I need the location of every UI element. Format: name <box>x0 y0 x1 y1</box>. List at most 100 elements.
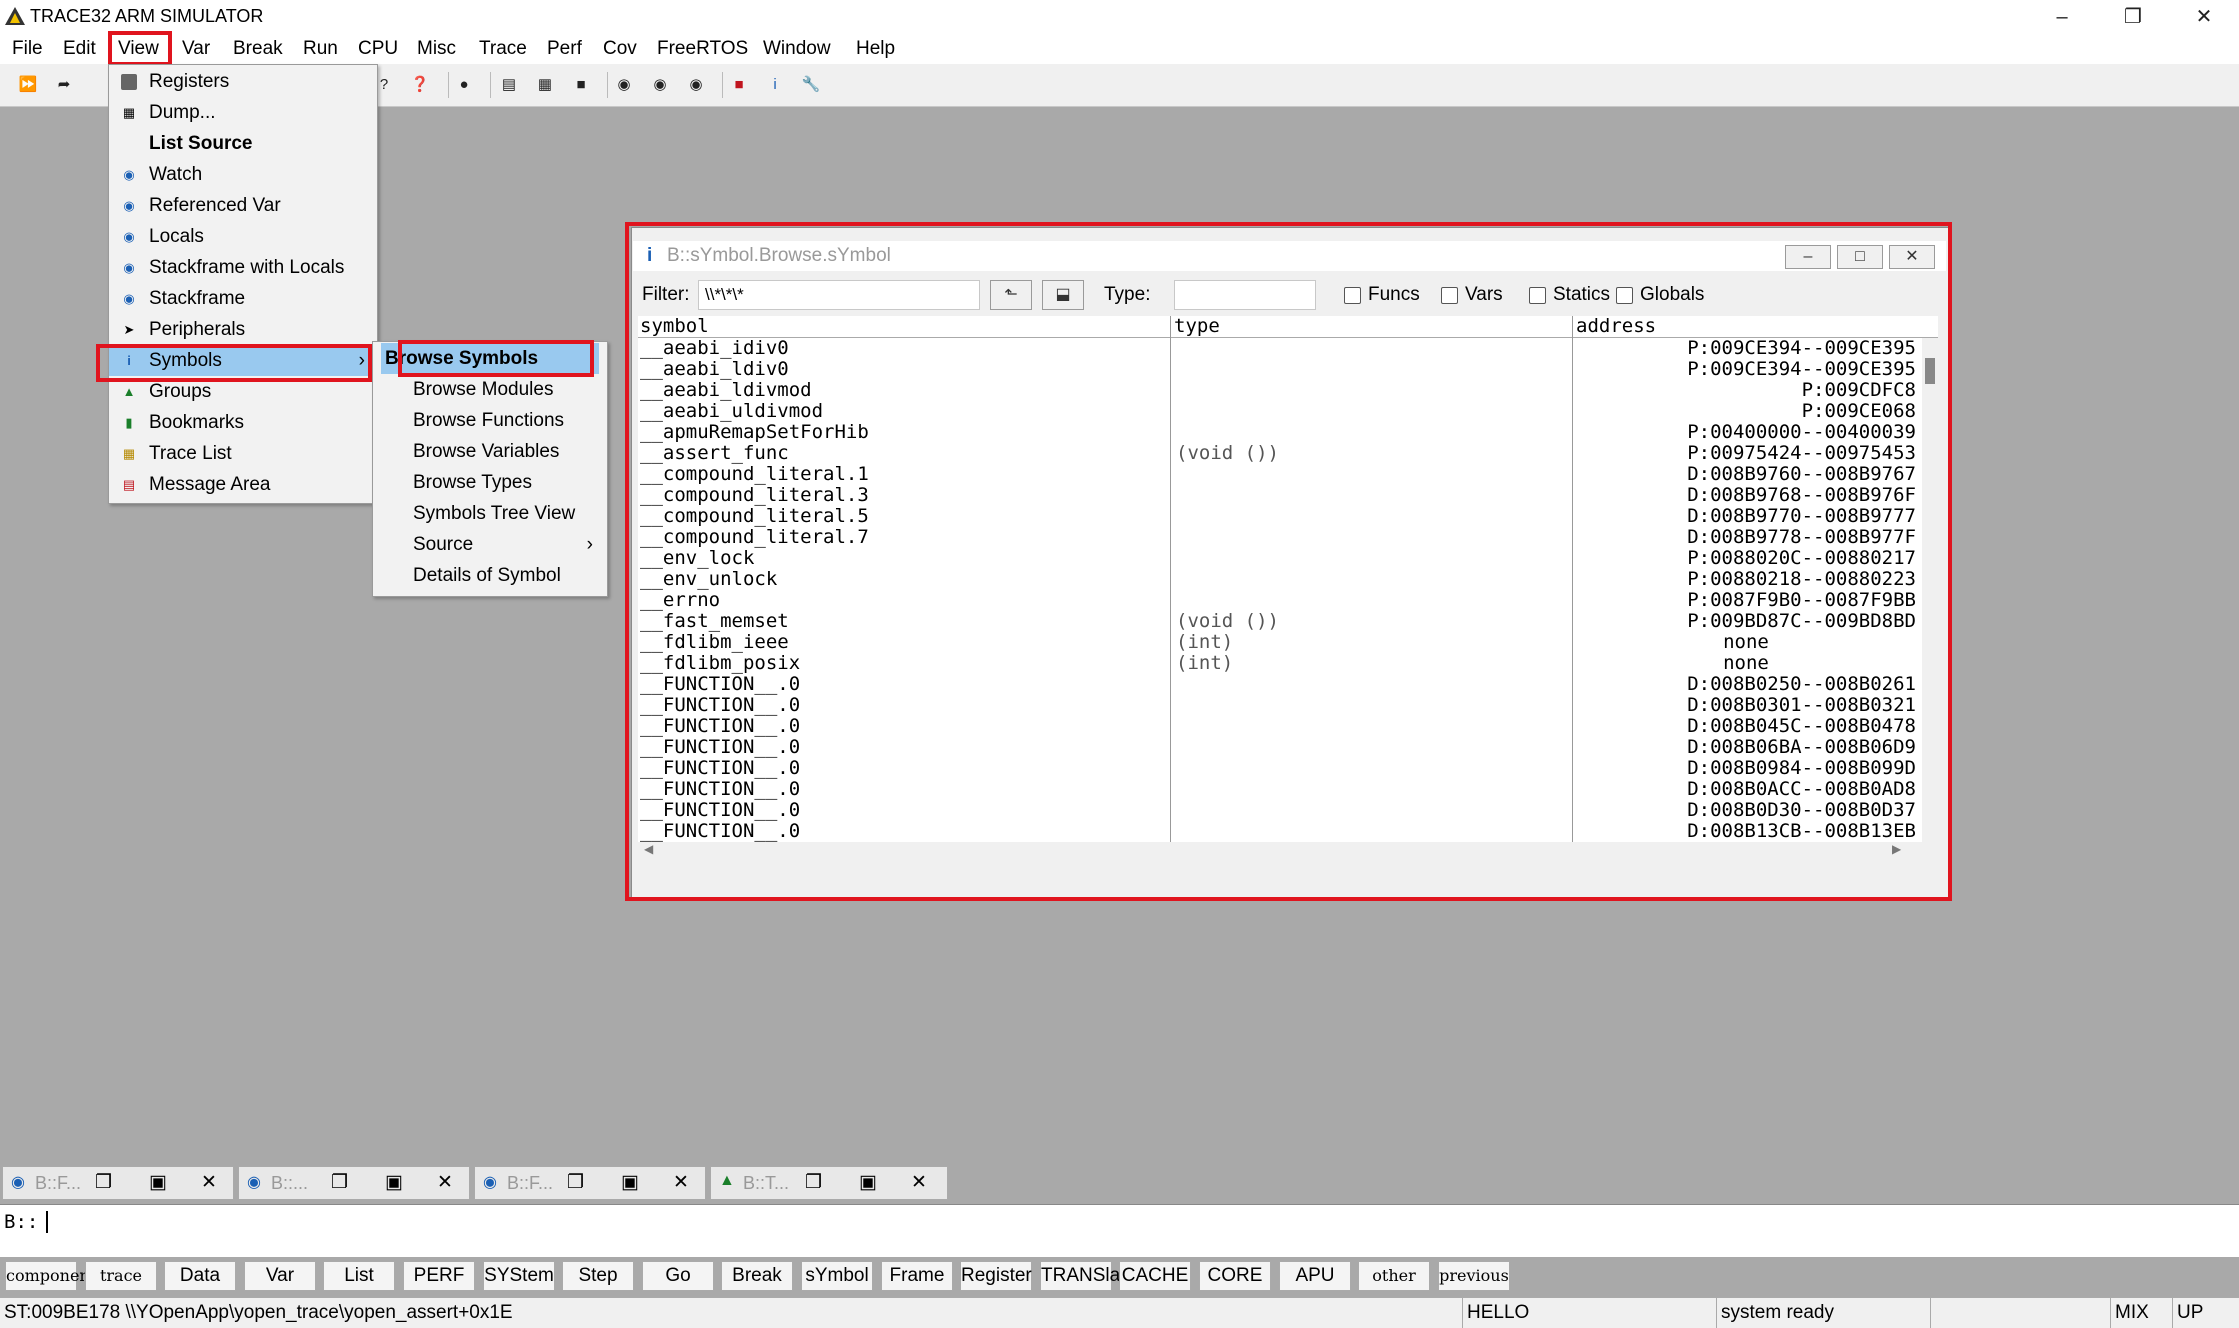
menu-item-stackframe[interactable]: ◉ Stackframe <box>109 283 377 314</box>
title-bar: TRACE32 ARM SIMULATOR – ❐ ✕ <box>0 0 2239 34</box>
menu-var[interactable]: Var <box>182 36 210 62</box>
minimized-window-2[interactable]: ◉ B::... ❐ ▣ ✕ <box>238 1166 470 1200</box>
softkey-symbol[interactable]: sYmbol <box>801 1261 873 1291</box>
minimized-window-1[interactable]: ◉ B::F... ❐ ▣ ✕ <box>2 1166 234 1200</box>
menu-cov[interactable]: Cov <box>603 36 637 62</box>
trace-list-icon: ▦ <box>122 446 136 461</box>
minimize-button[interactable]: – <box>2034 0 2090 34</box>
softkey-break[interactable]: Break <box>721 1261 793 1291</box>
menu-item-referenced-var[interactable]: ◉ Referenced Var <box>109 190 377 221</box>
softkey-list[interactable]: List <box>323 1261 395 1291</box>
softkey-perf[interactable]: PERF <box>403 1261 475 1291</box>
menu-item-browse-modules[interactable]: Browse Modules <box>373 374 607 405</box>
softkey-trace[interactable]: trace <box>85 1261 157 1291</box>
symbols-submenu: Browse Symbols Browse Modules Browse Fun… <box>372 341 608 597</box>
close-icon[interactable]: ✕ <box>911 1171 927 1194</box>
message-icon: ▤ <box>122 477 136 492</box>
menu-break[interactable]: Break <box>233 36 283 62</box>
cpu-icon[interactable]: ■ <box>727 73 751 97</box>
softkey-components[interactable]: components <box>5 1261 104 1291</box>
maximize-icon[interactable]: ▣ <box>621 1171 639 1194</box>
softkey-other[interactable]: other <box>1358 1261 1430 1291</box>
command-line[interactable]: B:: <box>0 1204 2239 1257</box>
info-icon[interactable]: i <box>763 73 787 97</box>
menu-run[interactable]: Run <box>303 36 338 62</box>
list-icon[interactable]: ▤ <box>497 73 521 97</box>
softkey-system[interactable]: SYStem <box>483 1261 555 1291</box>
softkey-previous[interactable]: previous <box>1438 1261 1510 1291</box>
menu-item-list-source[interactable]: List Source <box>109 128 377 159</box>
restore-icon[interactable]: ❐ <box>805 1171 822 1194</box>
dump-icon[interactable]: ▦ <box>533 73 557 97</box>
close-button[interactable]: ✕ <box>2176 0 2232 34</box>
status-spacer <box>1930 1298 2110 1328</box>
softkey-frame[interactable]: Frame <box>881 1261 953 1291</box>
menu-item-browse-types[interactable]: Browse Types <box>373 467 607 498</box>
watch-icon: ◉ <box>123 167 135 182</box>
minimized-window-3[interactable]: ◉ B::F... ❐ ▣ ✕ <box>474 1166 706 1200</box>
frame-icon[interactable]: ◉ <box>684 73 708 97</box>
menu-misc[interactable]: Misc <box>417 36 456 62</box>
maximize-icon[interactable]: ▣ <box>859 1171 877 1194</box>
groups-icon: ▲ <box>122 384 136 399</box>
menu-item-bookmarks[interactable]: ▮ Bookmarks <box>109 407 377 438</box>
menu-item-trace-list[interactable]: ▦ Trace List <box>109 438 377 469</box>
step-icon[interactable]: ⏩ <box>16 73 40 97</box>
menu-item-peripherals[interactable]: ➤ Peripherals <box>109 314 377 345</box>
register-icon[interactable]: ■ <box>569 73 593 97</box>
over-icon[interactable]: ➦ <box>52 73 76 97</box>
menu-bar: File Edit View Var Break Run CPU Misc Tr… <box>0 34 2239 64</box>
var-view-icon[interactable]: ◉ <box>648 73 672 97</box>
menu-perf[interactable]: Perf <box>547 36 582 62</box>
softkey-register[interactable]: Register <box>960 1261 1032 1291</box>
menu-cpu[interactable]: CPU <box>358 36 398 62</box>
wrench-icon[interactable]: 🔧 <box>799 73 823 97</box>
restore-icon[interactable]: ❐ <box>95 1171 112 1194</box>
menu-item-dump[interactable]: ▦ Dump... <box>109 97 377 128</box>
maximize-icon[interactable]: ▣ <box>385 1171 403 1194</box>
menu-file[interactable]: File <box>12 36 43 62</box>
close-icon[interactable]: ✕ <box>437 1171 453 1194</box>
menu-item-registers[interactable]: Registers <box>109 66 377 97</box>
menu-item-symbols-tree-view[interactable]: Symbols Tree View <box>373 498 607 529</box>
minimized-window-label: B::F... <box>35 1173 82 1193</box>
menu-item-browse-variables[interactable]: Browse Variables <box>373 436 607 467</box>
maximize-icon[interactable]: ▣ <box>149 1171 167 1194</box>
close-icon[interactable]: ✕ <box>201 1171 217 1194</box>
text-cursor <box>46 1211 48 1233</box>
stop-circle-icon[interactable]: ● <box>452 73 476 97</box>
softkey-core[interactable]: CORE <box>1199 1261 1271 1291</box>
menu-item-source[interactable]: Source › <box>373 529 607 560</box>
menu-item-message-area[interactable]: ▤ Message Area <box>109 469 377 500</box>
menu-freertos[interactable]: FreeRTOS <box>657 36 748 62</box>
watch-icon[interactable]: ◉ <box>612 73 636 97</box>
softkey-go[interactable]: Go <box>642 1261 714 1291</box>
menu-item-locals[interactable]: ◉ Locals <box>109 221 377 252</box>
trace32-logo-icon <box>5 7 25 25</box>
menu-item-browse-functions[interactable]: Browse Functions <box>373 405 607 436</box>
menu-item-stackframe-locals[interactable]: ◉ Stackframe with Locals <box>109 252 377 283</box>
restore-button[interactable]: ❐ <box>2105 0 2161 34</box>
softkey-cache[interactable]: CACHE <box>1119 1261 1191 1291</box>
menu-help[interactable]: Help <box>856 36 895 62</box>
minimized-window-4[interactable]: ▲ B::T... ❐ ▣ ✕ <box>710 1166 948 1200</box>
menu-item-details-of-symbol[interactable]: Details of Symbol <box>373 560 607 591</box>
window-title: TRACE32 ARM SIMULATOR <box>30 6 264 26</box>
status-mode: MIX <box>2110 1298 2172 1328</box>
menu-trace[interactable]: Trace <box>479 36 527 62</box>
softkey-var[interactable]: Var <box>244 1261 316 1291</box>
softkey-data[interactable]: Data <box>164 1261 236 1291</box>
watch-icon: ◉ <box>247 1174 261 1191</box>
restore-icon[interactable]: ❐ <box>331 1171 348 1194</box>
menu-item-watch[interactable]: ◉ Watch <box>109 159 377 190</box>
minimized-window-label: B::... <box>271 1173 309 1193</box>
restore-icon[interactable]: ❐ <box>567 1171 584 1194</box>
softkey-translation[interactable]: TRANSlation <box>1040 1261 1151 1291</box>
context-help-icon[interactable]: ❓ <box>408 73 432 97</box>
softkey-apu[interactable]: APU <box>1279 1261 1351 1291</box>
menu-edit[interactable]: Edit <box>63 36 96 62</box>
watch-icon: ◉ <box>123 198 135 213</box>
close-icon[interactable]: ✕ <box>673 1171 689 1194</box>
softkey-step[interactable]: Step <box>562 1261 634 1291</box>
menu-window[interactable]: Window <box>763 36 831 62</box>
